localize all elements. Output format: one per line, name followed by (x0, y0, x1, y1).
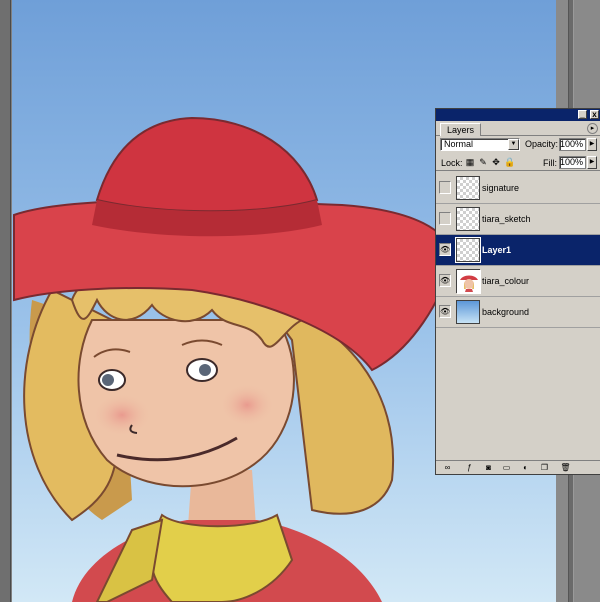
opacity-input[interactable]: 100% (559, 138, 586, 151)
layer-name: tiara_sketch (482, 214, 531, 224)
adjustment-layer-icon[interactable]: ◐ (520, 463, 531, 473)
palette-tabs: Layers ▸ (436, 121, 600, 136)
layer-name: tiara_colour (482, 276, 530, 286)
layer-list: signature tiara_sketch 👁 Layer1 👁 tiara_… (436, 173, 600, 450)
layer-row-tiara-sketch[interactable]: tiara_sketch (436, 204, 600, 235)
cheek-right (219, 383, 275, 427)
opacity-slider-button[interactable]: ▶ (587, 138, 597, 151)
fill-label: Fill: (543, 158, 557, 168)
lock-position-icon[interactable]: ✥ (491, 157, 501, 167)
layer-row-signature[interactable]: signature (436, 173, 600, 204)
pupil-left (102, 374, 114, 386)
add-mask-icon[interactable]: ◙ (483, 463, 494, 473)
visibility-toggle[interactable] (439, 181, 451, 194)
new-layer-icon[interactable]: ❐ (539, 463, 550, 473)
layer-row-layer1[interactable]: 👁 Layer1 (436, 235, 600, 266)
tab-layers[interactable]: Layers (440, 123, 482, 136)
lock-row: Lock: ▦ ✎ ✥ 🔒 Fill: 100% ▶ (436, 155, 600, 171)
palette-menu-button[interactable]: ▸ (587, 123, 598, 134)
minimize-button[interactable]: _ (578, 110, 587, 119)
lock-all-icon[interactable]: 🔒 (504, 157, 515, 167)
canvas-left-gutter (0, 0, 11, 602)
lock-pixels-icon[interactable]: ✎ (478, 157, 488, 167)
layer-row-background[interactable]: 👁 background (436, 297, 600, 328)
character-thumbnail-icon (457, 270, 481, 294)
link-icon[interactable]: ∞ (442, 463, 453, 473)
chevron-down-icon[interactable]: ▼ (508, 139, 519, 150)
eye-icon[interactable]: 👁 (439, 243, 451, 256)
layer-name: signature (482, 183, 520, 193)
fill-input[interactable]: 100% (559, 156, 586, 169)
layer-thumbnail (455, 237, 481, 263)
add-style-icon[interactable]: ƒ (464, 463, 475, 473)
layer-thumbnail (456, 207, 480, 231)
palette-titlebar[interactable]: _ x (436, 109, 600, 121)
blend-mode-value: Normal (444, 139, 474, 149)
close-button[interactable]: x (590, 110, 599, 119)
blend-row: Normal ▼ Opacity: 100% ▶ (436, 136, 600, 152)
eye-icon[interactable]: 👁 (439, 274, 451, 287)
layer-thumbnail (456, 176, 480, 200)
opacity-label: Opacity: (525, 139, 559, 149)
lock-label: Lock: (441, 158, 463, 168)
trash-icon[interactable]: 🗑 (560, 463, 571, 473)
lock-transparency-icon[interactable]: ▦ (465, 157, 475, 167)
layer-name: background (482, 307, 530, 317)
eye-icon[interactable]: 👁 (439, 305, 451, 318)
layer-name: Layer1 (482, 245, 512, 255)
photoshop-workspace: _ x Layers ▸ Normal ▼ Opacity: 100% ▶ Lo… (0, 0, 600, 602)
visibility-toggle[interactable] (439, 212, 451, 225)
blend-mode-select[interactable]: Normal ▼ (440, 138, 520, 151)
layer-thumbnail (456, 300, 480, 324)
palette-footer: ∞ ƒ ◙ ▭ ◐ ❐ 🗑 (436, 460, 600, 474)
layers-palette: _ x Layers ▸ Normal ▼ Opacity: 100% ▶ Lo… (435, 108, 600, 475)
fill-slider-button[interactable]: ▶ (587, 156, 597, 169)
layer-row-tiara-colour[interactable]: 👁 tiara_colour (436, 266, 600, 297)
pupil-right (199, 364, 211, 376)
new-set-icon[interactable]: ▭ (501, 463, 512, 473)
cheek-left (92, 393, 152, 437)
layer-thumbnail (456, 269, 481, 294)
